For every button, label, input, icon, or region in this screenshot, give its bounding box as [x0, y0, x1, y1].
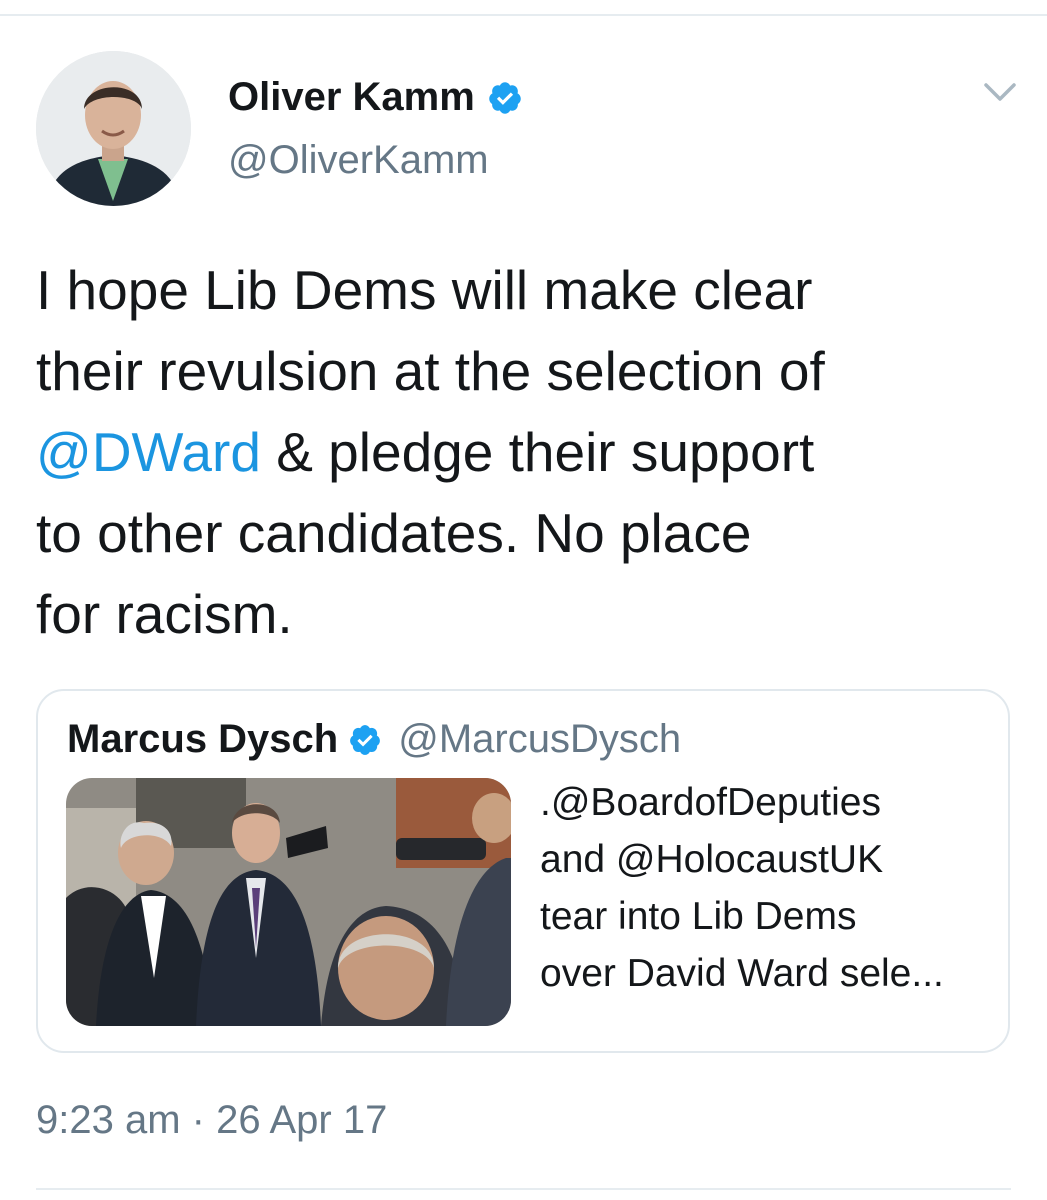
tweet-text-line: for racism.: [36, 574, 1016, 655]
tweet-timestamp[interactable]: 9:23 am · 26 Apr 17: [36, 1098, 387, 1143]
tweet-text: I hope Lib Dems will make clear their rev…: [36, 250, 1016, 655]
tweet-text-segment: to other candidates. No place: [36, 502, 752, 564]
quoted-tweet-header: Marcus Dysch @MarcusDysch: [67, 717, 681, 762]
quoted-author-name: Marcus Dysch: [67, 717, 339, 761]
author-handle[interactable]: @OliverKamm: [228, 138, 489, 183]
tweet-text-segment: their revulsion at the selection of: [36, 340, 825, 402]
quoted-text-line: tear into Lib Dems: [540, 895, 857, 938]
verified-badge-icon: [489, 81, 521, 114]
bottom-divider: [36, 1188, 1011, 1190]
quoted-text-line: and @HolocaustUK: [540, 838, 884, 881]
mention-link[interactable]: @DWard: [36, 421, 261, 483]
quoted-author-handle: @MarcusDysch: [398, 717, 682, 761]
avatar[interactable]: [36, 51, 191, 206]
author-display-name[interactable]: Oliver Kamm: [228, 75, 475, 120]
quoted-tweet-image[interactable]: [66, 778, 511, 1026]
quoted-text-line: .@BoardofDeputies: [540, 781, 881, 824]
tweet-text-line: their revulsion at the selection of: [36, 331, 1016, 412]
tweet-text-line: @DWard & pledge their support: [36, 412, 1016, 493]
top-divider: [0, 14, 1047, 16]
quoted-tweet-text: .@BoardofDeputies and @HolocaustUK tear in…: [540, 774, 980, 1002]
tweet-text-line: to other candidates. No place: [36, 493, 1016, 574]
chevron-down-icon[interactable]: [982, 80, 1018, 104]
profile-photo-icon: [36, 51, 191, 206]
verified-badge-icon: [350, 724, 381, 755]
tweet-text-segment: for racism.: [36, 583, 293, 645]
news-photo-icon: [66, 778, 511, 1026]
tweet-text-line: I hope Lib Dems will make clear: [36, 250, 1016, 331]
author-name-row[interactable]: Oliver Kamm: [228, 75, 523, 120]
quoted-text-line: over David Ward sele...: [540, 952, 944, 995]
tweet-text-segment: & pledge their support: [260, 421, 815, 483]
quoted-tweet-card[interactable]: Marcus Dysch @MarcusDysch .@BoardofDeput…: [36, 689, 1010, 1053]
tweet-text-segment: I hope Lib Dems will make clear: [36, 259, 813, 321]
